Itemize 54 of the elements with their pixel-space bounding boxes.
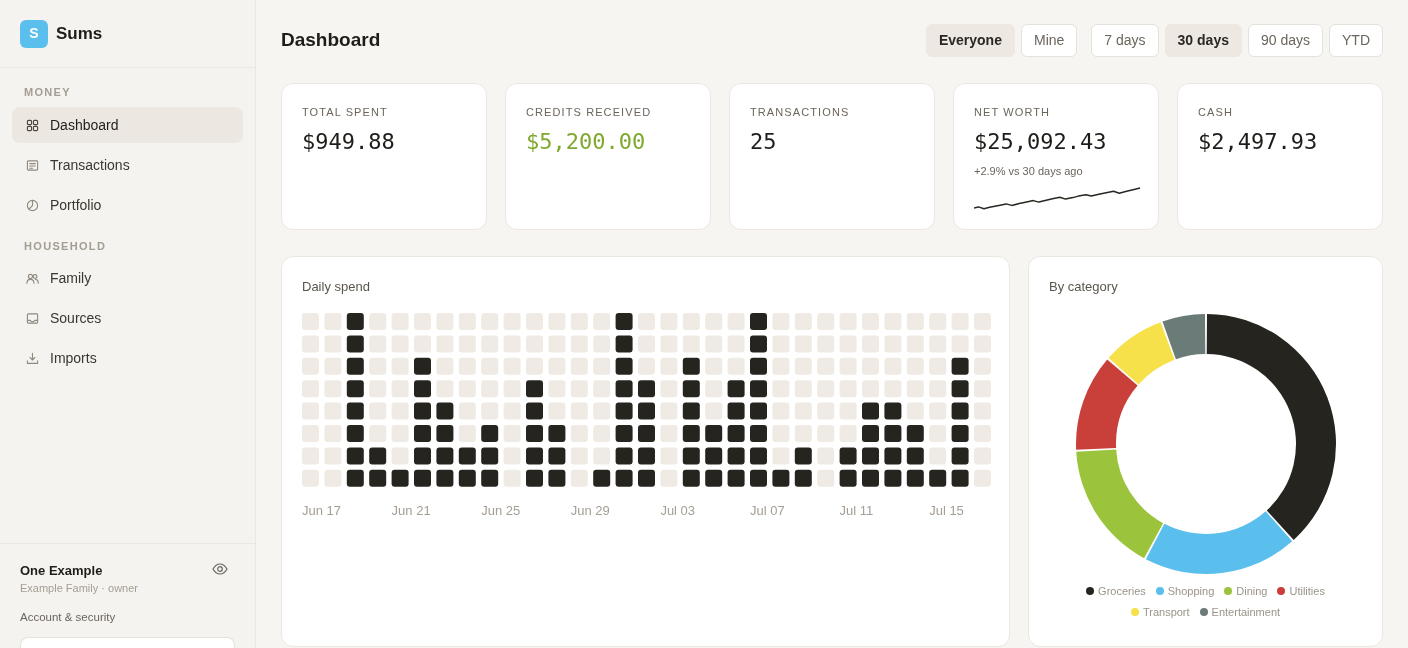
period-tab[interactable]: 30 days [1164,24,1242,57]
sidebar-item[interactable]: Family [12,260,243,296]
stat-value: 25 [750,128,778,156]
tray-icon [26,311,39,325]
date-label: Jul 07 [749,503,785,518]
scope-tab[interactable]: Everyone [925,24,1015,57]
app-logo: S [20,19,48,48]
card-title: Daily spend [302,278,371,296]
legend-label: Groceries [1098,584,1146,599]
legend-label: Utilities [1289,584,1325,599]
stat-value: $949.88 [302,128,396,156]
section-heading: HOUSEHOLD [23,239,108,254]
sidebar-item[interactable]: Dashboard [12,107,243,143]
section-heading: MONEY [23,85,72,100]
sidebar-item[interactable]: Imports [12,340,243,376]
user-name: One Example [20,562,104,580]
date-label: Jul 15 [929,503,964,518]
people-icon [26,271,39,285]
legend-label: Dining [1236,584,1268,599]
period-tab[interactable]: YTD [1329,24,1383,57]
stat-value: $25,092.43 [974,128,1108,156]
change-text: +2.9% vs 30 days ago [974,164,1084,179]
pie-chart-icon [26,198,39,212]
legend-label: Transport [1142,605,1190,620]
legend-label: Entertainment [1211,605,1281,620]
sidebar-item[interactable]: Portfolio [12,187,243,223]
stat-label: CREDITS RECEIVED [526,105,653,120]
sidebar-item[interactable]: Sources [12,300,243,336]
stat-label: TRANSACTIONS [750,105,851,120]
stat-value: $2,497.93 [1198,128,1319,156]
period-tab[interactable]: 7 days [1091,24,1159,57]
stat-value: $5,200.00 [526,128,647,156]
date-label: Jul 11 [839,503,874,518]
date-label: Jun 25 [481,503,521,518]
legend-label: Shopping [1167,584,1215,599]
list-icon [26,158,39,172]
scope-tab[interactable]: Mine [1020,24,1078,57]
grid-icon [26,118,39,132]
period-tab[interactable]: 90 days [1247,24,1323,57]
eye-icon[interactable] [212,563,228,575]
date-label: Jun 17 [302,503,342,518]
card-title: By category [1049,278,1119,296]
date-label: Jun 29 [570,503,610,518]
date-label: Jul 03 [660,503,696,518]
app-name: Sums [56,22,103,45]
download-icon [26,351,39,365]
date-label: Jun 21 [391,503,431,518]
stat-label: TOTAL SPENT [302,105,389,120]
user-role: Example Family · owner [20,581,138,596]
stat-label: NET WORTH [974,105,1052,120]
sidebar-item[interactable]: Transactions [12,147,243,183]
account-security-link[interactable]: Account & security [20,609,116,625]
page-title: Dashboard [281,28,381,53]
stat-label: CASH [1198,105,1234,120]
